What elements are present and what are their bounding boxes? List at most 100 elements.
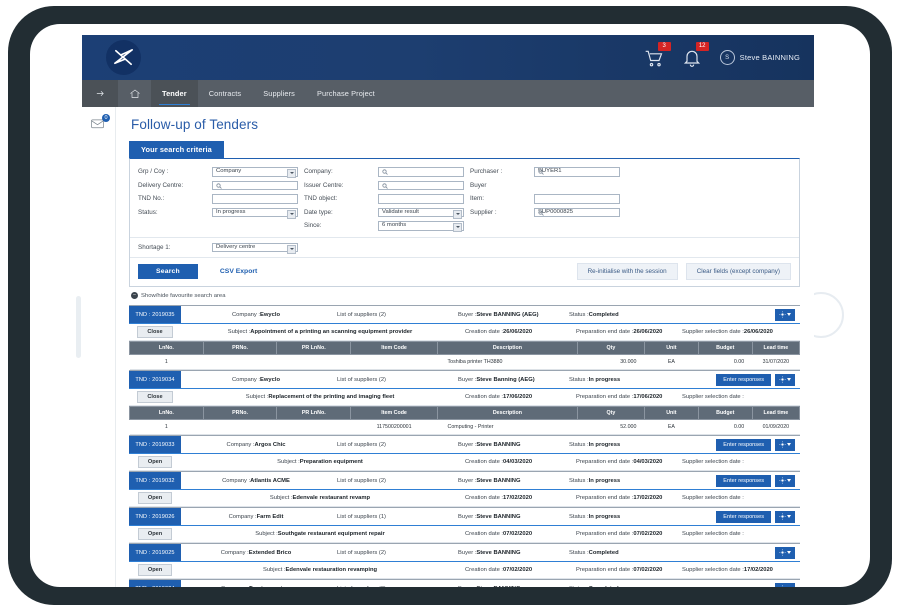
nav-collapse-button[interactable] [82, 80, 118, 107]
date-type-select[interactable]: Validate result [378, 207, 464, 219]
table-row[interactable]: 1 117500200001 Computing - Printer 52.000 EA… [129, 419, 800, 435]
reinitialise-session-button[interactable]: Re-initialise with the session [576, 263, 678, 280]
tender-suppliers-link[interactable]: List of suppliers (2) [331, 306, 452, 323]
tender-detail-row: Close Subject : Replacement of the printi… [129, 389, 800, 406]
tender-number[interactable]: TND : 2019025 [129, 544, 181, 561]
tender-suppliers-link[interactable]: List of suppliers (2) [331, 371, 452, 388]
items-col-header: Budget [697, 406, 753, 420]
chevron-down-icon [287, 244, 296, 254]
tender-status: Status : Completed [563, 580, 669, 588]
supplier-input[interactable]: SUP0000825 [534, 207, 620, 217]
enter-responses-button[interactable]: Enter responses [716, 438, 771, 451]
nav-item-tender[interactable]: Tender [151, 80, 198, 107]
tender-row-actions [669, 580, 800, 587]
tender-suppliers-link[interactable]: List of suppliers (2) [331, 580, 452, 588]
tender-number[interactable]: TND : 2019034 [129, 371, 181, 388]
issuer-centre-input[interactable] [378, 180, 464, 190]
tender-buyer: Buyer : Steve BANNING (AEG) [458, 311, 539, 318]
tender-detail-row: Open Subject : Edenvale restauration reva… [129, 562, 800, 579]
tender-number[interactable]: TND : 2019035 [129, 306, 181, 323]
nav-item-suppliers[interactable]: Suppliers [252, 80, 306, 107]
gear-menu-button[interactable] [775, 474, 795, 487]
gear-menu-button[interactable] [775, 510, 795, 523]
app-logo-icon[interactable] [106, 40, 141, 75]
swoosh-logo-icon [114, 49, 133, 66]
notifications-button[interactable]: 12 [682, 41, 709, 68]
clear-fields-button[interactable]: Clear fields (except company) [685, 263, 791, 280]
gear-menu-button[interactable] [775, 582, 795, 587]
delivery-centre-input[interactable] [212, 180, 298, 190]
item-unit: EA [644, 419, 699, 435]
purchaser-input[interactable]: BUYER1 [534, 167, 620, 177]
tender-creation-date: Creation date : 17/06/2020 [465, 394, 533, 400]
tender-number[interactable]: TND : 2019024 [129, 580, 181, 587]
cart-button[interactable]: 3 [644, 41, 671, 68]
items-col-header: Qty [576, 406, 645, 420]
tender-number[interactable]: TND : 2019032 [129, 472, 181, 489]
search-icon [382, 169, 388, 175]
tender-summary-row: TND : 2019024Company : Teorian systemLis… [129, 580, 800, 587]
tnd-no-input[interactable] [212, 194, 298, 204]
nav-home-button[interactable] [118, 80, 151, 107]
csv-export-button[interactable]: CSV Export [208, 264, 269, 279]
items-col-header: Lead time [751, 406, 801, 420]
search-icon [538, 209, 544, 216]
item-qty: 52.000 [577, 419, 645, 435]
tender-subject: Subject : Replacement of the printing an… [245, 394, 395, 400]
tender-toggle-button[interactable]: Open [129, 562, 181, 578]
gear-menu-button[interactable] [775, 438, 795, 451]
item-pr-no [203, 419, 277, 435]
enter-responses-button[interactable]: Enter responses [716, 373, 771, 386]
shortage-1-select[interactable]: Delivery centre [212, 242, 298, 254]
item-description: Computing - Printer [437, 419, 578, 435]
items-col-header: Qty [576, 341, 645, 355]
company-input[interactable] [378, 167, 464, 177]
tender-company: Company : Argos Chic [226, 441, 286, 448]
grp-coy-select[interactable]: Company [212, 167, 298, 178]
field-label-tnd-object: TND object: [304, 195, 338, 203]
item-qty: 30.000 [577, 354, 645, 370]
status-select[interactable]: In progress [212, 207, 298, 219]
search-button[interactable]: Search [138, 264, 198, 279]
tender-toggle-button[interactable]: Close [129, 324, 181, 340]
search-criteria-tab[interactable]: Your search criteria [129, 141, 224, 158]
tender-toggle-button[interactable]: Open [129, 454, 181, 470]
tender-company: Company : Extended Brico [220, 549, 292, 556]
messages-button[interactable]: 0 [90, 114, 110, 129]
enter-responses-button[interactable]: Enter responses [716, 510, 771, 523]
enter-responses-button[interactable]: Enter responses [716, 474, 771, 487]
field-label-shortage-1: Shortage 1: [138, 243, 171, 251]
tender-toggle-button[interactable]: Open [129, 490, 181, 506]
since-select[interactable]: 6 months [378, 221, 464, 232]
gear-menu-button[interactable] [775, 308, 795, 321]
tender-number[interactable]: TND : 2019026 [129, 508, 181, 525]
chevron-down-icon [453, 223, 462, 232]
field-label-delivery-centre: Delivery Centre: [138, 181, 184, 189]
item-input[interactable] [534, 194, 620, 204]
item-budget: 0.00 [698, 419, 753, 435]
tender-suppliers-link[interactable]: List of suppliers (2) [331, 544, 452, 561]
gear-menu-button[interactable] [775, 373, 795, 386]
spacer-cell [534, 224, 626, 228]
user-menu[interactable]: S Steve BAINNING [719, 50, 800, 65]
tender-toggle-button[interactable]: Close [129, 389, 181, 405]
favourite-search-toggle[interactable]: − Show/hide favourite search area [131, 292, 800, 299]
items-col-header: Description [437, 341, 578, 355]
gear-menu-button[interactable] [775, 546, 795, 559]
tender-number[interactable]: TND : 2019033 [129, 436, 181, 453]
tender-buyer: Buyer : Steve BANNING [458, 549, 521, 556]
tnd-object-input[interactable] [378, 194, 464, 204]
tender-suppliers-link[interactable]: List of suppliers (1) [331, 508, 452, 525]
nav-item-purchase-project[interactable]: Purchase Project [306, 80, 386, 107]
since-value: 6 months [382, 222, 407, 229]
tender-suppliers-link[interactable]: List of suppliers (2) [331, 436, 452, 453]
tender-row-actions [669, 306, 800, 323]
tender-toggle-button[interactable]: Open [129, 526, 181, 542]
item-pr-no [203, 354, 277, 370]
items-col-header: Unit [643, 406, 699, 420]
tender-subject: Subject : Southgate restaurant equipment… [255, 531, 385, 537]
nav-item-contracts[interactable]: Contracts [198, 80, 253, 107]
table-row[interactable]: 1 Toshiba printer TH3880 30.000 EA 0.00 31/07… [129, 354, 800, 370]
tender-suppliers-link[interactable]: List of suppliers (2) [331, 472, 452, 489]
shortage-row: Shortage 1: Delivery centre [130, 238, 799, 258]
